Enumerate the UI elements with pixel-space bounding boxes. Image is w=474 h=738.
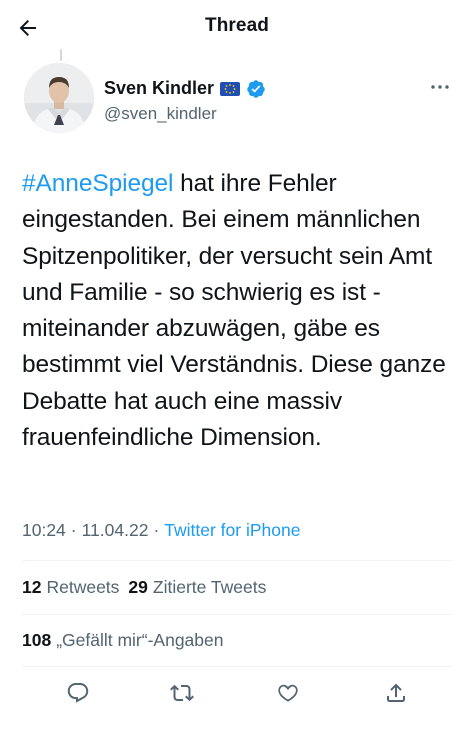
more-dots-icon	[431, 85, 449, 89]
hashtag-link[interactable]: #AnneSpiegel	[22, 170, 173, 197]
tweet-text: #AnneSpiegel hat ihre Fehler eingestande…	[22, 166, 462, 456]
retweets-count: 12	[22, 577, 42, 597]
quote-tweets-stat[interactable]: 29 Zitierte Tweets	[128, 577, 266, 598]
top-bar: Thread	[0, 0, 474, 54]
share-icon	[387, 683, 405, 702]
reply-button[interactable]	[60, 675, 96, 711]
tweet-body: hat ihre Fehler eingestanden. Bei einem …	[22, 170, 446, 452]
tweet-meta: 10:24 · 11.04.22 · Twitter for iPhone	[22, 520, 300, 541]
like-button[interactable]	[270, 675, 306, 711]
like-icon	[278, 684, 298, 702]
page-title: Thread	[205, 15, 269, 36]
likes-stat[interactable]: 108 „Gefällt mir“-Angaben	[22, 630, 224, 651]
retweet-button[interactable]	[164, 675, 200, 711]
quotes-count: 29	[128, 577, 148, 597]
divider	[22, 614, 452, 615]
tweet-date[interactable]: 11.04.22	[82, 520, 149, 541]
meta-separator: ·	[70, 520, 77, 540]
tweet-source-link[interactable]: Twitter for iPhone	[164, 520, 300, 541]
tweet-action-bar	[0, 675, 474, 711]
divider	[22, 666, 452, 667]
engagement-stats-row: 12 Retweets 29 Zitierte Tweets	[22, 577, 266, 598]
divider	[22, 560, 452, 561]
likes-label: „Gefällt mir“-Angaben	[56, 630, 224, 650]
tweet-time[interactable]: 10:24	[22, 520, 66, 541]
thread-connector-line	[60, 49, 62, 61]
likes-stats-row: 108 „Gefällt mir“-Angaben	[22, 630, 224, 651]
author-handle[interactable]: @sven_kindler	[104, 104, 217, 124]
verified-badge-icon	[247, 79, 265, 98]
retweets-stat[interactable]: 12 Retweets	[22, 577, 119, 598]
quotes-label: Zitierte Tweets	[152, 577, 267, 597]
eu-flag-icon	[220, 81, 241, 96]
avatar[interactable]	[24, 63, 94, 133]
author-name[interactable]: Sven Kindler	[104, 78, 266, 99]
reply-icon	[67, 683, 89, 703]
retweet-icon	[170, 684, 194, 702]
share-button[interactable]	[378, 675, 414, 711]
likes-count: 108	[22, 630, 52, 650]
author-name-text: Sven Kindler	[104, 78, 215, 98]
retweets-label: Retweets	[46, 577, 120, 597]
more-options-button[interactable]	[424, 76, 456, 98]
profile-photo	[24, 63, 94, 133]
meta-separator: ·	[153, 520, 160, 540]
